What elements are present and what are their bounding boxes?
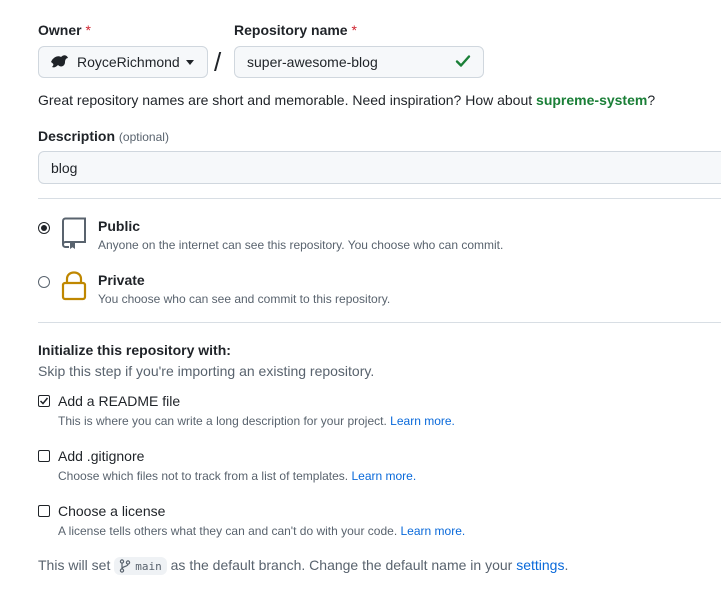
license-learn-more-link[interactable]: Learn more. <box>401 524 466 538</box>
checkmark-icon <box>39 397 49 405</box>
readme-title[interactable]: Add a README file <box>58 393 180 409</box>
readme-learn-more-link[interactable]: Learn more. <box>390 414 455 428</box>
description-label: Description (optional) <box>38 128 169 144</box>
repo-name-input[interactable]: super-awesome-blog <box>234 46 484 78</box>
license-description: A license tells others what they can and… <box>58 524 465 538</box>
private-radio[interactable] <box>38 276 50 288</box>
repo-name-label: Repository name * <box>234 22 357 38</box>
license-checkbox[interactable] <box>38 505 50 517</box>
public-title: Public <box>98 218 141 234</box>
readme-desc-text: This is where you can write a long descr… <box>58 414 387 428</box>
license-title[interactable]: Choose a license <box>58 503 165 519</box>
gitignore-title[interactable]: Add .gitignore <box>58 448 144 464</box>
git-branch-icon <box>120 559 131 573</box>
repo-name-value: super-awesome-blog <box>247 54 378 70</box>
name-suggestion-link[interactable]: supreme-system <box>536 92 647 108</box>
init-section-subtitle: Skip this step if you're importing an ex… <box>38 363 375 379</box>
footer-suffix: . <box>564 557 569 573</box>
hint-text: Great repository names are short and mem… <box>38 92 537 108</box>
owner-avatar-icon <box>49 53 69 72</box>
public-radio[interactable] <box>38 222 50 234</box>
default-branch-note: This will set main as the default branch… <box>38 557 569 576</box>
divider <box>38 322 721 323</box>
hint-suffix: ? <box>647 92 656 108</box>
branch-pill: main <box>114 557 167 576</box>
private-description: You choose who can see and commit to thi… <box>98 292 391 306</box>
branch-name: main <box>135 559 162 573</box>
gitignore-desc-text: Choose which files not to track from a l… <box>58 469 349 483</box>
owner-dropdown[interactable]: RoyceRichmond <box>38 46 208 78</box>
owner-repo-separator: / <box>214 47 222 77</box>
lock-icon <box>60 270 88 307</box>
gitignore-checkbox[interactable] <box>38 450 50 462</box>
repo-name-label-text: Repository name <box>234 22 348 38</box>
readme-checkbox[interactable] <box>38 395 50 407</box>
license-desc-text: A license tells others what they can and… <box>58 524 398 538</box>
owner-label-text: Owner <box>38 22 82 38</box>
settings-link[interactable]: settings <box>516 557 564 573</box>
readme-description: This is where you can write a long descr… <box>58 414 455 428</box>
public-description: Anyone on the internet can see this repo… <box>98 238 504 252</box>
repo-name-hint: Great repository names are short and mem… <box>38 92 655 108</box>
gitignore-learn-more-link[interactable]: Learn more. <box>351 469 416 483</box>
description-label-text: Description <box>38 128 116 144</box>
owner-label: Owner * <box>38 22 91 38</box>
init-section-title: Initialize this repository with: <box>38 342 231 358</box>
optional-label: (optional) <box>118 130 169 144</box>
description-value: blog <box>51 159 78 176</box>
footer-middle: as the default branch. Change the defaul… <box>170 557 513 573</box>
repo-book-icon <box>60 217 88 254</box>
chevron-down-icon <box>185 59 194 65</box>
gitignore-description: Choose which files not to track from a l… <box>58 469 416 483</box>
check-icon <box>455 53 471 72</box>
description-input[interactable]: blog <box>38 151 721 184</box>
private-title: Private <box>98 272 145 288</box>
footer-prefix: This will set <box>38 557 111 573</box>
owner-required-mark: * <box>85 22 91 38</box>
divider <box>38 198 721 199</box>
owner-name: RoyceRichmond <box>77 54 180 70</box>
repo-name-required-mark: * <box>351 22 357 38</box>
